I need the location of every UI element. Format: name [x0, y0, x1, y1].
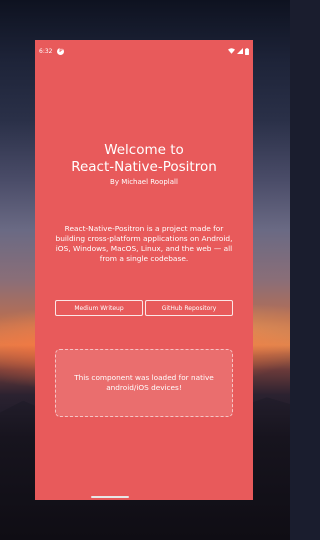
author-byline: By Michael Rooplall — [110, 178, 178, 186]
project-description: React-Native-Positron is a project made … — [55, 224, 233, 263]
title-line-2: React-Native-Positron — [71, 159, 217, 175]
page-title: Welcome to React-Native-Positron — [35, 142, 253, 176]
native-card-message: This component was loaded for native and… — [74, 373, 214, 392]
battery-icon — [245, 47, 249, 55]
status-right — [228, 47, 249, 55]
link-button-row: Medium Writeup GitHub Repository — [55, 300, 233, 316]
status-left: 6:32 P — [39, 47, 65, 55]
home-indicator[interactable] — [91, 496, 129, 498]
native-component-card: This component was loaded for native and… — [55, 349, 233, 417]
notification-p-icon: P — [57, 47, 65, 55]
status-bar: 6:32 P — [35, 40, 253, 62]
signal-icon — [237, 48, 243, 54]
app-screen: 6:32 P Welcome to React-Native-Positron … — [35, 40, 253, 500]
title-line-1: Welcome to — [104, 142, 184, 158]
medium-writeup-button[interactable]: Medium Writeup — [55, 300, 143, 316]
status-time: 6:32 — [39, 47, 53, 55]
wifi-icon — [228, 48, 235, 54]
github-repository-button[interactable]: GitHub Repository — [145, 300, 233, 316]
